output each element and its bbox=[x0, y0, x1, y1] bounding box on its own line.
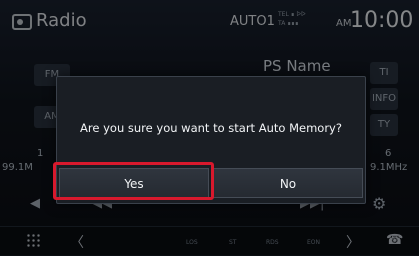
yes-button-highlight bbox=[53, 162, 214, 200]
radio-screen: Radio AUTO1 TEL ∎ ᐅᐅ TA ∎∎∎ AM 10:00 FM … bbox=[0, 0, 419, 256]
dialog-message: Are you sure you want to start Auto Memo… bbox=[80, 121, 342, 135]
no-button[interactable]: No bbox=[213, 168, 363, 198]
